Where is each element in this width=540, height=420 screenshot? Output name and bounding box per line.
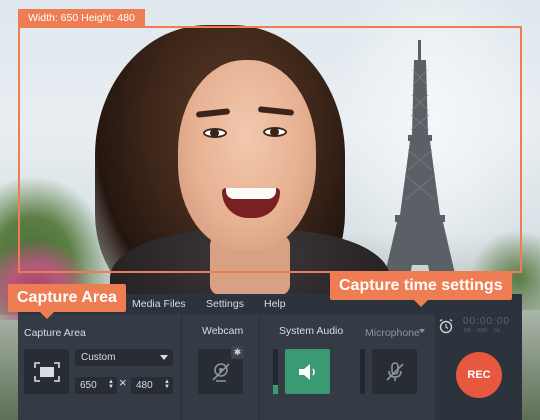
capture-frame[interactable] <box>18 26 522 273</box>
webcam-toggle-button[interactable]: ✱ <box>198 346 244 394</box>
recording-panel: Media Files Settings Help Capture Area C… <box>18 294 522 420</box>
timer-units: hh mm ss <box>464 328 501 334</box>
microphone-toggle-button[interactable] <box>372 349 417 394</box>
divider <box>181 314 182 420</box>
microphone-level-meter <box>360 349 365 394</box>
menu-item-media-files[interactable]: Media Files <box>132 294 186 314</box>
spinner-icon[interactable]: ▲ ▼ <box>164 379 170 390</box>
capture-height-value: 480 <box>136 380 153 391</box>
webcam-label: Webcam <box>202 325 244 337</box>
capture-area-label: Capture Area <box>24 327 86 339</box>
gear-icon[interactable]: ✱ <box>231 346 244 359</box>
dimension-separator: × <box>119 375 127 390</box>
capture-area-callout: Capture Area <box>8 284 126 319</box>
menu-item-help[interactable]: Help <box>264 294 286 314</box>
capture-width-field[interactable]: 650 ▲ ▼ <box>75 377 117 394</box>
menu-item-settings[interactable]: Settings <box>206 294 244 314</box>
record-button[interactable]: REC <box>456 352 502 398</box>
microphone-off-icon <box>385 361 404 381</box>
system-audio-label: System Audio <box>279 325 344 337</box>
alarm-clock-icon[interactable] <box>435 315 457 337</box>
chevron-down-icon <box>160 355 168 360</box>
system-audio-level <box>273 385 278 394</box>
screen-select-icon <box>33 361 60 382</box>
system-audio-toggle-button[interactable] <box>285 349 330 394</box>
speaker-icon <box>298 363 315 380</box>
divider <box>259 314 260 420</box>
webcam-off-icon <box>211 362 230 382</box>
capture-preset-select[interactable]: Custom <box>75 349 173 366</box>
frame-dimensions-label: Width: 650 Height: 480 <box>18 9 145 27</box>
capture-height-field[interactable]: 480 ▲ ▼ <box>131 377 173 394</box>
spinner-icon[interactable]: ▲ ▼ <box>108 379 114 390</box>
capture-preset-value: Custom <box>81 352 116 363</box>
chevron-down-icon[interactable] <box>419 329 425 333</box>
system-audio-level-meter <box>273 349 278 394</box>
capture-timer[interactable]: 00:00:00 <box>463 316 510 327</box>
capture-time-callout: Capture time settings <box>330 272 512 307</box>
capture-width-value: 650 <box>80 380 97 391</box>
microphone-label[interactable]: Microphone <box>365 327 420 339</box>
capture-area-button[interactable] <box>24 349 69 394</box>
